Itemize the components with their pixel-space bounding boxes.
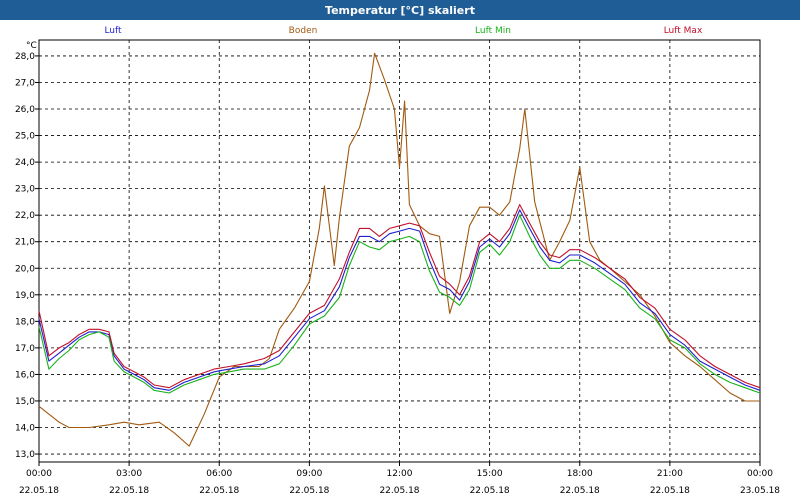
- y-tick-label: 16,0: [15, 370, 35, 380]
- x-tick-date: 22.05.18: [379, 486, 419, 496]
- y-tick-label: 15,0: [15, 397, 35, 407]
- y-axis-ticks: 13,0 14,0 15,0 16,0 17,0 18,0 19,0 20,0 21,0 22,0…: [15, 52, 39, 460]
- y-tick-label: 20,0: [15, 264, 35, 274]
- x-tick-time: 12:00: [387, 469, 413, 479]
- x-tick-date: 22.05.18: [650, 486, 690, 496]
- y-tick-label: 25,0: [15, 132, 35, 142]
- x-tick-time: 06:00: [206, 469, 232, 479]
- window-title: Temperatur [°C] skaliert: [325, 3, 475, 17]
- x-tick-date: 23.05.18: [740, 486, 780, 496]
- x-tick-date: 22.05.18: [560, 486, 600, 496]
- x-tick-time: 09:00: [296, 469, 322, 479]
- legend-item-luft: Luft: [104, 26, 122, 36]
- y-tick-label: 23,0: [15, 185, 35, 195]
- y-tick-label: 24,0: [15, 158, 35, 168]
- legend-item-boden: Boden: [289, 26, 318, 36]
- y-tick-label: 17,0: [15, 344, 35, 354]
- chart-panel: 13,0 14,0 15,0 16,0 17,0 18,0 19,0 20,0 21,0 22,0…: [0, 20, 800, 500]
- y-tick-label: 13,0: [15, 450, 35, 460]
- x-tick-time: 00:00: [747, 469, 773, 479]
- y-tick-label: 21,0: [15, 238, 35, 248]
- legend-item-luft-max: Luft Max: [664, 26, 703, 36]
- y-tick-label: 18,0: [15, 317, 35, 327]
- x-tick-time: 03:00: [116, 469, 142, 479]
- y-tick-label: 19,0: [15, 291, 35, 301]
- temperature-line-chart: 13,0 14,0 15,0 16,0 17,0 18,0 19,0 20,0 21,0 22,0…: [15, 26, 780, 496]
- y-tick-label: 22,0: [15, 211, 35, 221]
- y-tick-label: 28,0: [15, 52, 35, 62]
- window-title-bar: Temperatur [°C] skaliert: [0, 0, 800, 20]
- x-tick-date: 22.05.18: [199, 486, 239, 496]
- x-tick-time: 00:00: [26, 469, 52, 479]
- x-axis-ticks: 00:00 22.05.18 03:00 22.05.18 06:00 22.05.18 0…: [19, 462, 780, 496]
- legend: Luft Boden Luft Min Luft Max: [104, 26, 703, 36]
- x-tick-date: 22.05.18: [19, 486, 59, 496]
- x-tick-date: 22.05.18: [470, 486, 510, 496]
- x-tick-time: 21:00: [657, 469, 683, 479]
- y-tick-label: 27,0: [15, 78, 35, 88]
- y-tick-label: 26,0: [15, 105, 35, 115]
- legend-item-luft-min: Luft Min: [475, 26, 511, 36]
- x-tick-time: 18:00: [567, 469, 593, 479]
- x-tick-date: 22.05.18: [109, 486, 149, 496]
- x-tick-time: 15:00: [477, 469, 503, 479]
- y-unit-label: °C: [26, 41, 37, 51]
- y-tick-label: 14,0: [15, 423, 35, 433]
- x-tick-date: 22.05.18: [289, 486, 329, 496]
